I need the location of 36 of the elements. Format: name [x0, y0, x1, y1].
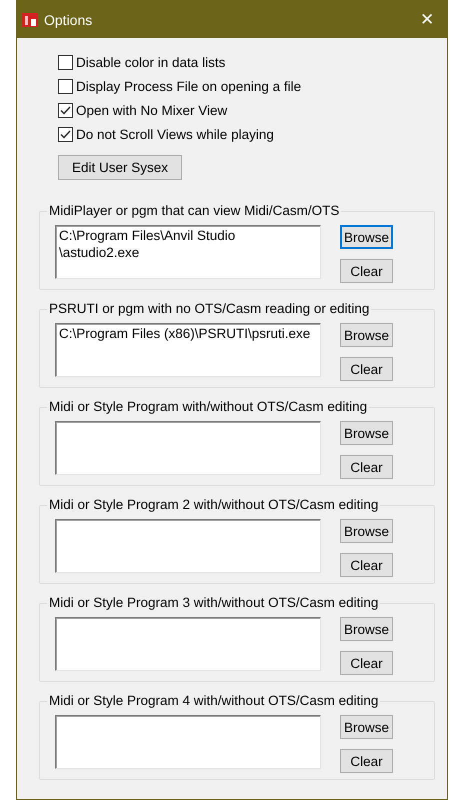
close-button[interactable]: ✕ [407, 9, 447, 30]
path-field[interactable]: C:\Program Files (x86)\PSRUTI\psruti.exe [55, 323, 321, 377]
group-label: Midi or Style Program with/without OTS/Casm editing [47, 399, 370, 415]
clear-button[interactable]: Clear [340, 553, 393, 577]
group-label: PSRUTI or pgm with no OTS/Casm reading or editing [47, 301, 372, 317]
edit-sysex-button[interactable]: Edit User Sysex [58, 155, 182, 180]
checkbox[interactable] [58, 126, 73, 142]
checkbox[interactable] [58, 78, 73, 94]
clear-button[interactable]: Clear [340, 259, 393, 283]
group-label: Midi or Style Program 3 with/without OTS/Casm editing [47, 595, 380, 611]
path-field[interactable] [55, 421, 321, 475]
path-field[interactable]: C:\Program Files\Anvil Studio \astudio2.exe [55, 225, 321, 279]
clear-button[interactable]: Clear [340, 455, 393, 479]
window-title: Options [44, 12, 94, 28]
browse-button[interactable]: Browse [340, 323, 393, 347]
checkbox-label[interactable]: Do not Scroll Views while playing [76, 126, 274, 142]
checkbox-label[interactable]: Open with No Mixer View [76, 102, 228, 118]
group-label: Midi or Style Program 4 with/without OTS/Casm editing [47, 693, 380, 709]
checkbox-label[interactable]: Display Process File on opening a file [76, 78, 302, 94]
group-label: Midi or Style Program 2 with/without OTS/Casm editing [47, 497, 380, 513]
checkbox-label[interactable]: Disable color in data lists [76, 54, 226, 70]
path-field[interactable] [55, 715, 321, 769]
browse-button[interactable]: Browse [340, 225, 393, 249]
group-label: MidiPlayer or pgm that can view Midi/Casm/OTS [47, 203, 342, 219]
browse-button[interactable]: Browse [340, 421, 393, 445]
browse-button[interactable]: Browse [340, 617, 393, 641]
clear-button[interactable]: Clear [340, 357, 393, 381]
clear-button[interactable]: Clear [340, 749, 393, 773]
checkbox[interactable] [58, 102, 73, 118]
path-field[interactable] [55, 519, 321, 573]
app-icon [22, 12, 38, 28]
clear-button[interactable]: Clear [340, 651, 393, 675]
checkbox[interactable] [58, 54, 73, 70]
browse-button[interactable]: Browse [340, 519, 393, 543]
path-field[interactable] [55, 617, 321, 671]
browse-button[interactable]: Browse [340, 715, 393, 739]
